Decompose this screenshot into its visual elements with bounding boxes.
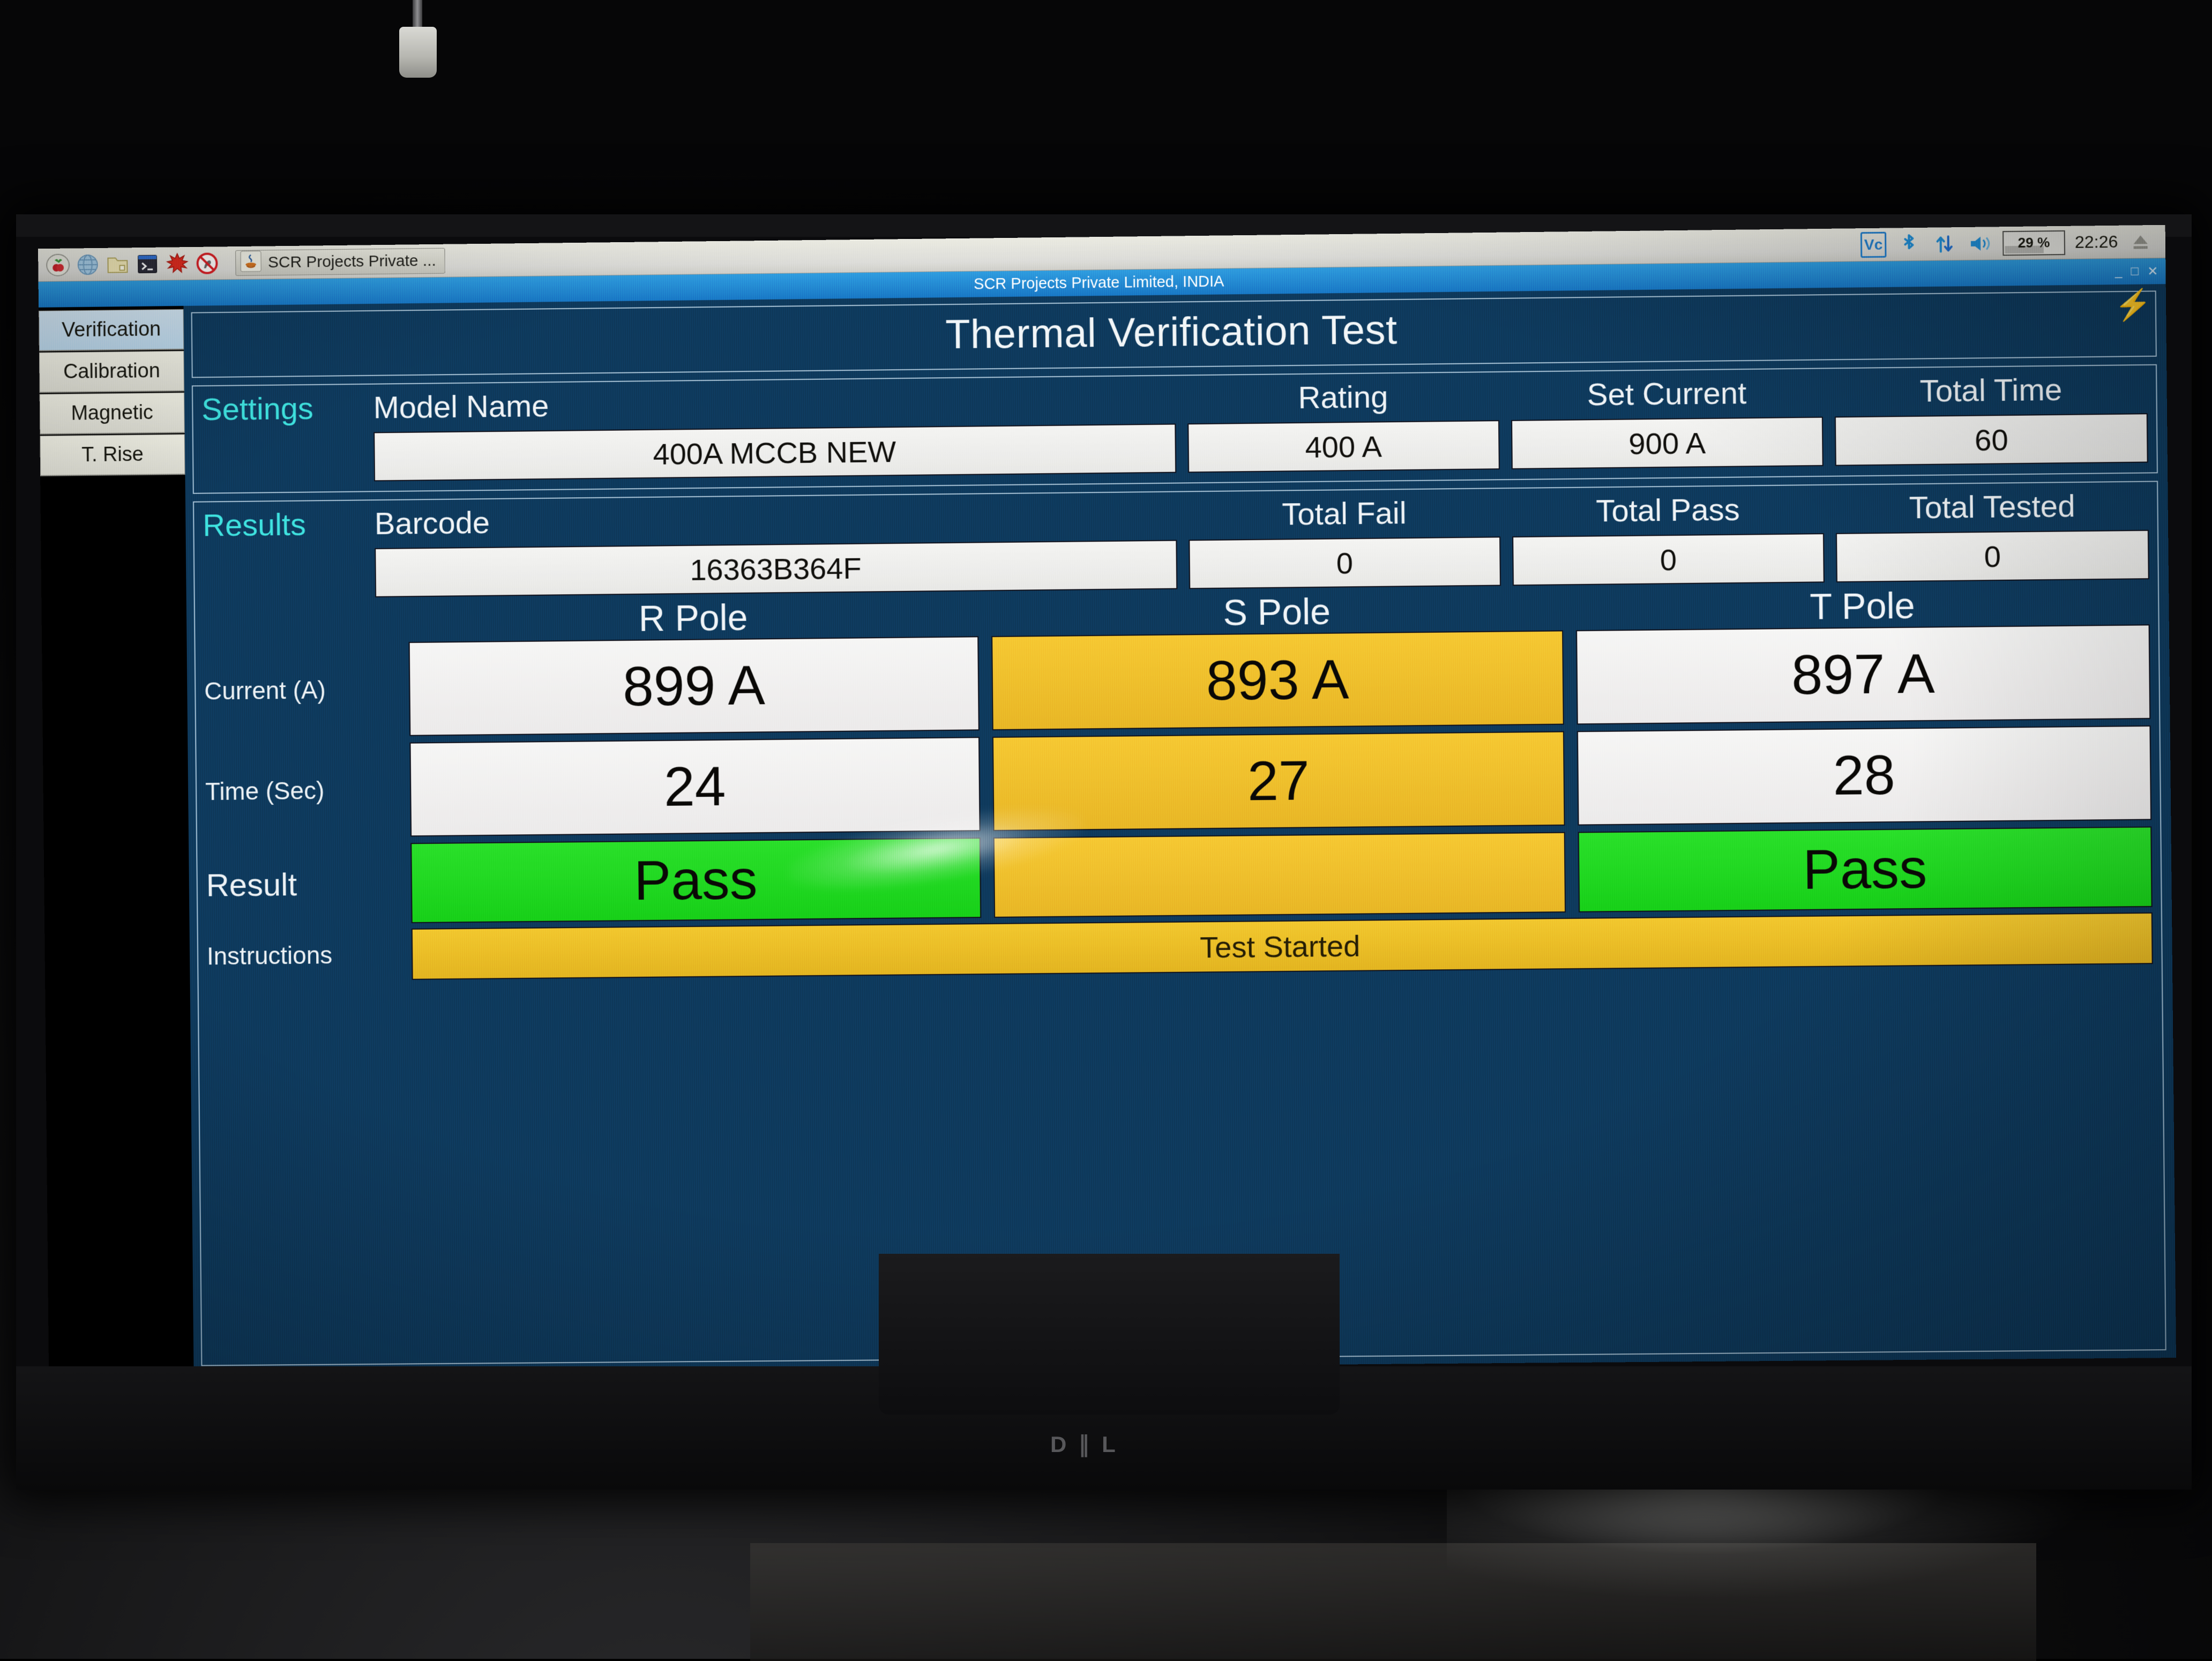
total-tested-header: Total Tested (1836, 488, 2149, 527)
result-row-label: Result (206, 865, 398, 903)
current-cell-s: 893 A (991, 630, 1564, 730)
java-icon (240, 251, 261, 275)
model-name-header: Model Name (373, 381, 1176, 426)
settings-spacer (202, 457, 362, 459)
current-row: Current (A) 899 A 893 A 897 A (204, 624, 2150, 738)
current-cell-t: 897 A (1576, 624, 2150, 724)
result-cell-r: Pass (410, 837, 981, 923)
monitor-brand-logo: D ∥ L (1050, 1431, 1119, 1457)
result-cell-s (993, 832, 1566, 918)
total-fail-field: 0 (1189, 536, 1500, 589)
cpu-usage-meter[interactable]: 29 % (2002, 230, 2065, 255)
total-time-header: Total Time (1835, 371, 2148, 410)
pole-header-r: R Pole (408, 594, 978, 642)
time-cell-r: 24 (409, 737, 980, 836)
raspberry-menu-icon[interactable] (44, 251, 71, 278)
taskbar-window-button[interactable]: SCR Projects Private ... (235, 248, 445, 275)
close-icon[interactable]: ✕ (2147, 264, 2158, 279)
pole-header-s: S Pole (991, 588, 1563, 636)
results-spacer (203, 573, 363, 574)
total-pass-field: 0 (1512, 533, 1825, 586)
volume-icon[interactable] (1967, 230, 1993, 257)
sidebar-item-label: Magnetic (71, 401, 153, 425)
taskbar-window-label: SCR Projects Private ... (268, 251, 436, 271)
result-cell-t: Pass (1578, 826, 2153, 912)
instructions-label: Instructions (207, 940, 399, 970)
barcode-field[interactable]: 16363B364F (375, 540, 1177, 597)
main-content: Thermal Verification Test Settings Model… (184, 284, 2176, 1374)
sidebar-item-calibration[interactable]: Calibration (39, 351, 184, 393)
file-manager-icon[interactable] (104, 251, 131, 278)
taskbar-clock[interactable]: 22:26 (2075, 232, 2118, 252)
time-row-label: Time (Sec) (205, 775, 398, 806)
rating-header: Rating (1187, 378, 1499, 417)
system-tray[interactable]: Vc (1860, 228, 2159, 257)
vnc-server-icon[interactable]: Vc (1860, 231, 1887, 258)
sidebar-item-label: Calibration (63, 360, 160, 384)
maximize-icon[interactable]: □ (2131, 264, 2139, 279)
web-browser-icon[interactable] (74, 251, 101, 278)
sidebar[interactable]: Verification Calibration Magnetic T. Ris… (39, 306, 194, 1375)
model-name-field[interactable]: 400A MCCB NEW (373, 424, 1176, 482)
results-panel: Results Barcode Total Fail Total Pass To… (193, 481, 2166, 1366)
bluetooth-icon[interactable] (1896, 231, 1922, 257)
page-header: Thermal Verification Test (191, 290, 2157, 378)
instructions-row: Instructions Test Started (207, 912, 2153, 982)
settings-section-label: Settings (201, 390, 362, 428)
total-time-field[interactable]: 60 (1835, 413, 2148, 466)
starburst-icon[interactable] (164, 250, 191, 277)
settings-panel: Settings Model Name Rating Set Current T… (192, 364, 2158, 494)
set-current-field[interactable]: 900 A (1511, 417, 1824, 469)
time-cell-t: 28 (1577, 725, 2151, 826)
minimize-icon[interactable]: _ (2115, 264, 2123, 279)
window-controls[interactable]: _ □ ✕ (2115, 258, 2158, 285)
current-cell-r: 899 A (409, 636, 980, 736)
time-row: Time (Sec) 24 27 28 (205, 725, 2151, 839)
background-equipment (750, 1543, 2036, 1661)
window-title: SCR Projects Private Limited, INDIA (974, 273, 1224, 293)
monitor-stand (879, 1254, 1340, 1415)
pole-header-t: T Pole (1575, 582, 2149, 630)
sidebar-item-t-rise[interactable]: T. Rise (40, 434, 185, 476)
screen: SCR Projects Private ... Vc (38, 225, 2176, 1375)
current-row-label: Current (A) (204, 675, 397, 705)
cpu-usage-label: 29 % (2018, 234, 2050, 251)
time-cell-s: 27 (992, 731, 1565, 831)
no-entry-icon[interactable] (193, 250, 220, 276)
result-row: Result Pass Pass (206, 826, 2153, 925)
set-current-header: Set Current (1511, 374, 1823, 413)
total-fail-header: Total Fail (1189, 494, 1500, 533)
total-tested-field: 0 (1836, 530, 2149, 582)
barcode-header: Barcode (374, 498, 1177, 542)
results-section-label: Results (203, 506, 363, 543)
rating-field[interactable]: 400 A (1187, 420, 1499, 473)
total-pass-header: Total Pass (1512, 491, 1824, 530)
sidebar-item-label: Verification (62, 318, 161, 342)
pole-header-spacer (204, 621, 395, 623)
sidebar-item-verification[interactable]: Verification (39, 309, 184, 351)
eject-icon[interactable] (2127, 229, 2154, 255)
page-title: Thermal Verification Test (192, 298, 2156, 366)
application-window: Verification Calibration Magnetic T. Ris… (39, 284, 2176, 1375)
network-updown-icon[interactable] (1931, 231, 1957, 257)
instructions-status-bar: Test Started (412, 912, 2153, 980)
sidebar-item-label: T. Rise (81, 443, 144, 467)
ceiling-light-fixture (399, 27, 437, 78)
power-bolt-icon: ⚡ (2114, 289, 2153, 320)
terminal-icon[interactable] (134, 250, 161, 277)
sidebar-item-magnetic[interactable]: Magnetic (40, 392, 185, 435)
